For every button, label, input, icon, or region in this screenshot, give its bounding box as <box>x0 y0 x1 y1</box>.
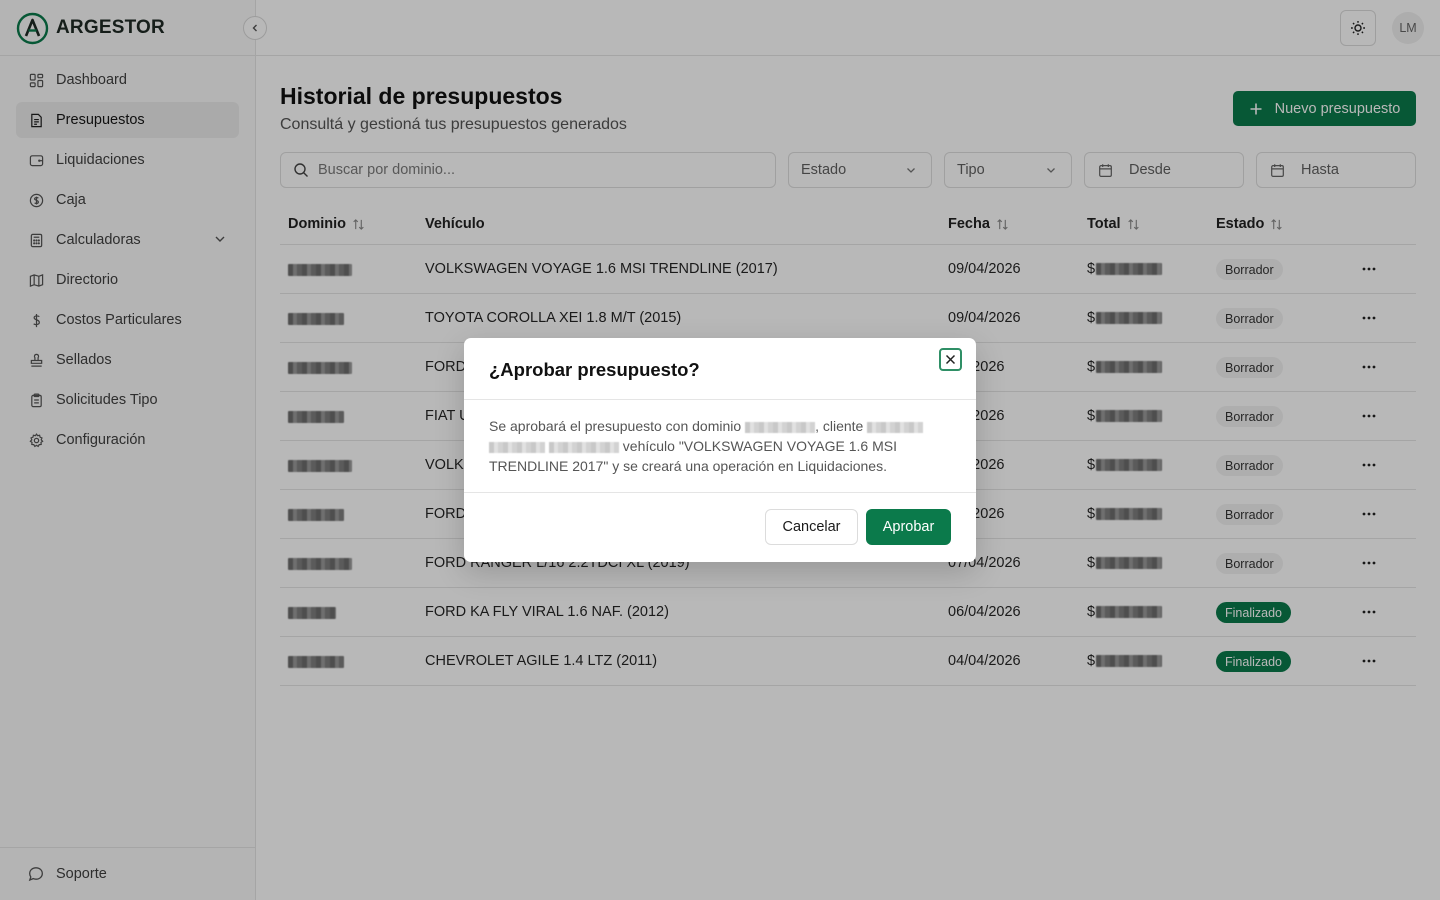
dialog-body: Se aprobará el presupuesto con dominio ,… <box>489 416 939 476</box>
redacted-dominio <box>745 421 816 433</box>
redacted-cliente <box>548 441 619 453</box>
redacted-cliente <box>867 421 924 433</box>
close-icon[interactable] <box>939 348 962 371</box>
approve-button[interactable]: Aprobar <box>866 509 951 545</box>
dialog-divider <box>464 399 976 400</box>
dialog-title: ¿Aprobar presupuesto? <box>489 359 700 380</box>
dialog-body-text: , cliente <box>815 418 864 434</box>
dialog-divider <box>464 492 976 493</box>
redacted-cliente <box>489 441 545 453</box>
approve-dialog: ¿Aprobar presupuesto? Se aprobará el pre… <box>464 338 976 562</box>
cancel-button[interactable]: Cancelar <box>765 509 858 545</box>
dialog-body-text: Se aprobará el presupuesto con dominio <box>489 418 742 434</box>
